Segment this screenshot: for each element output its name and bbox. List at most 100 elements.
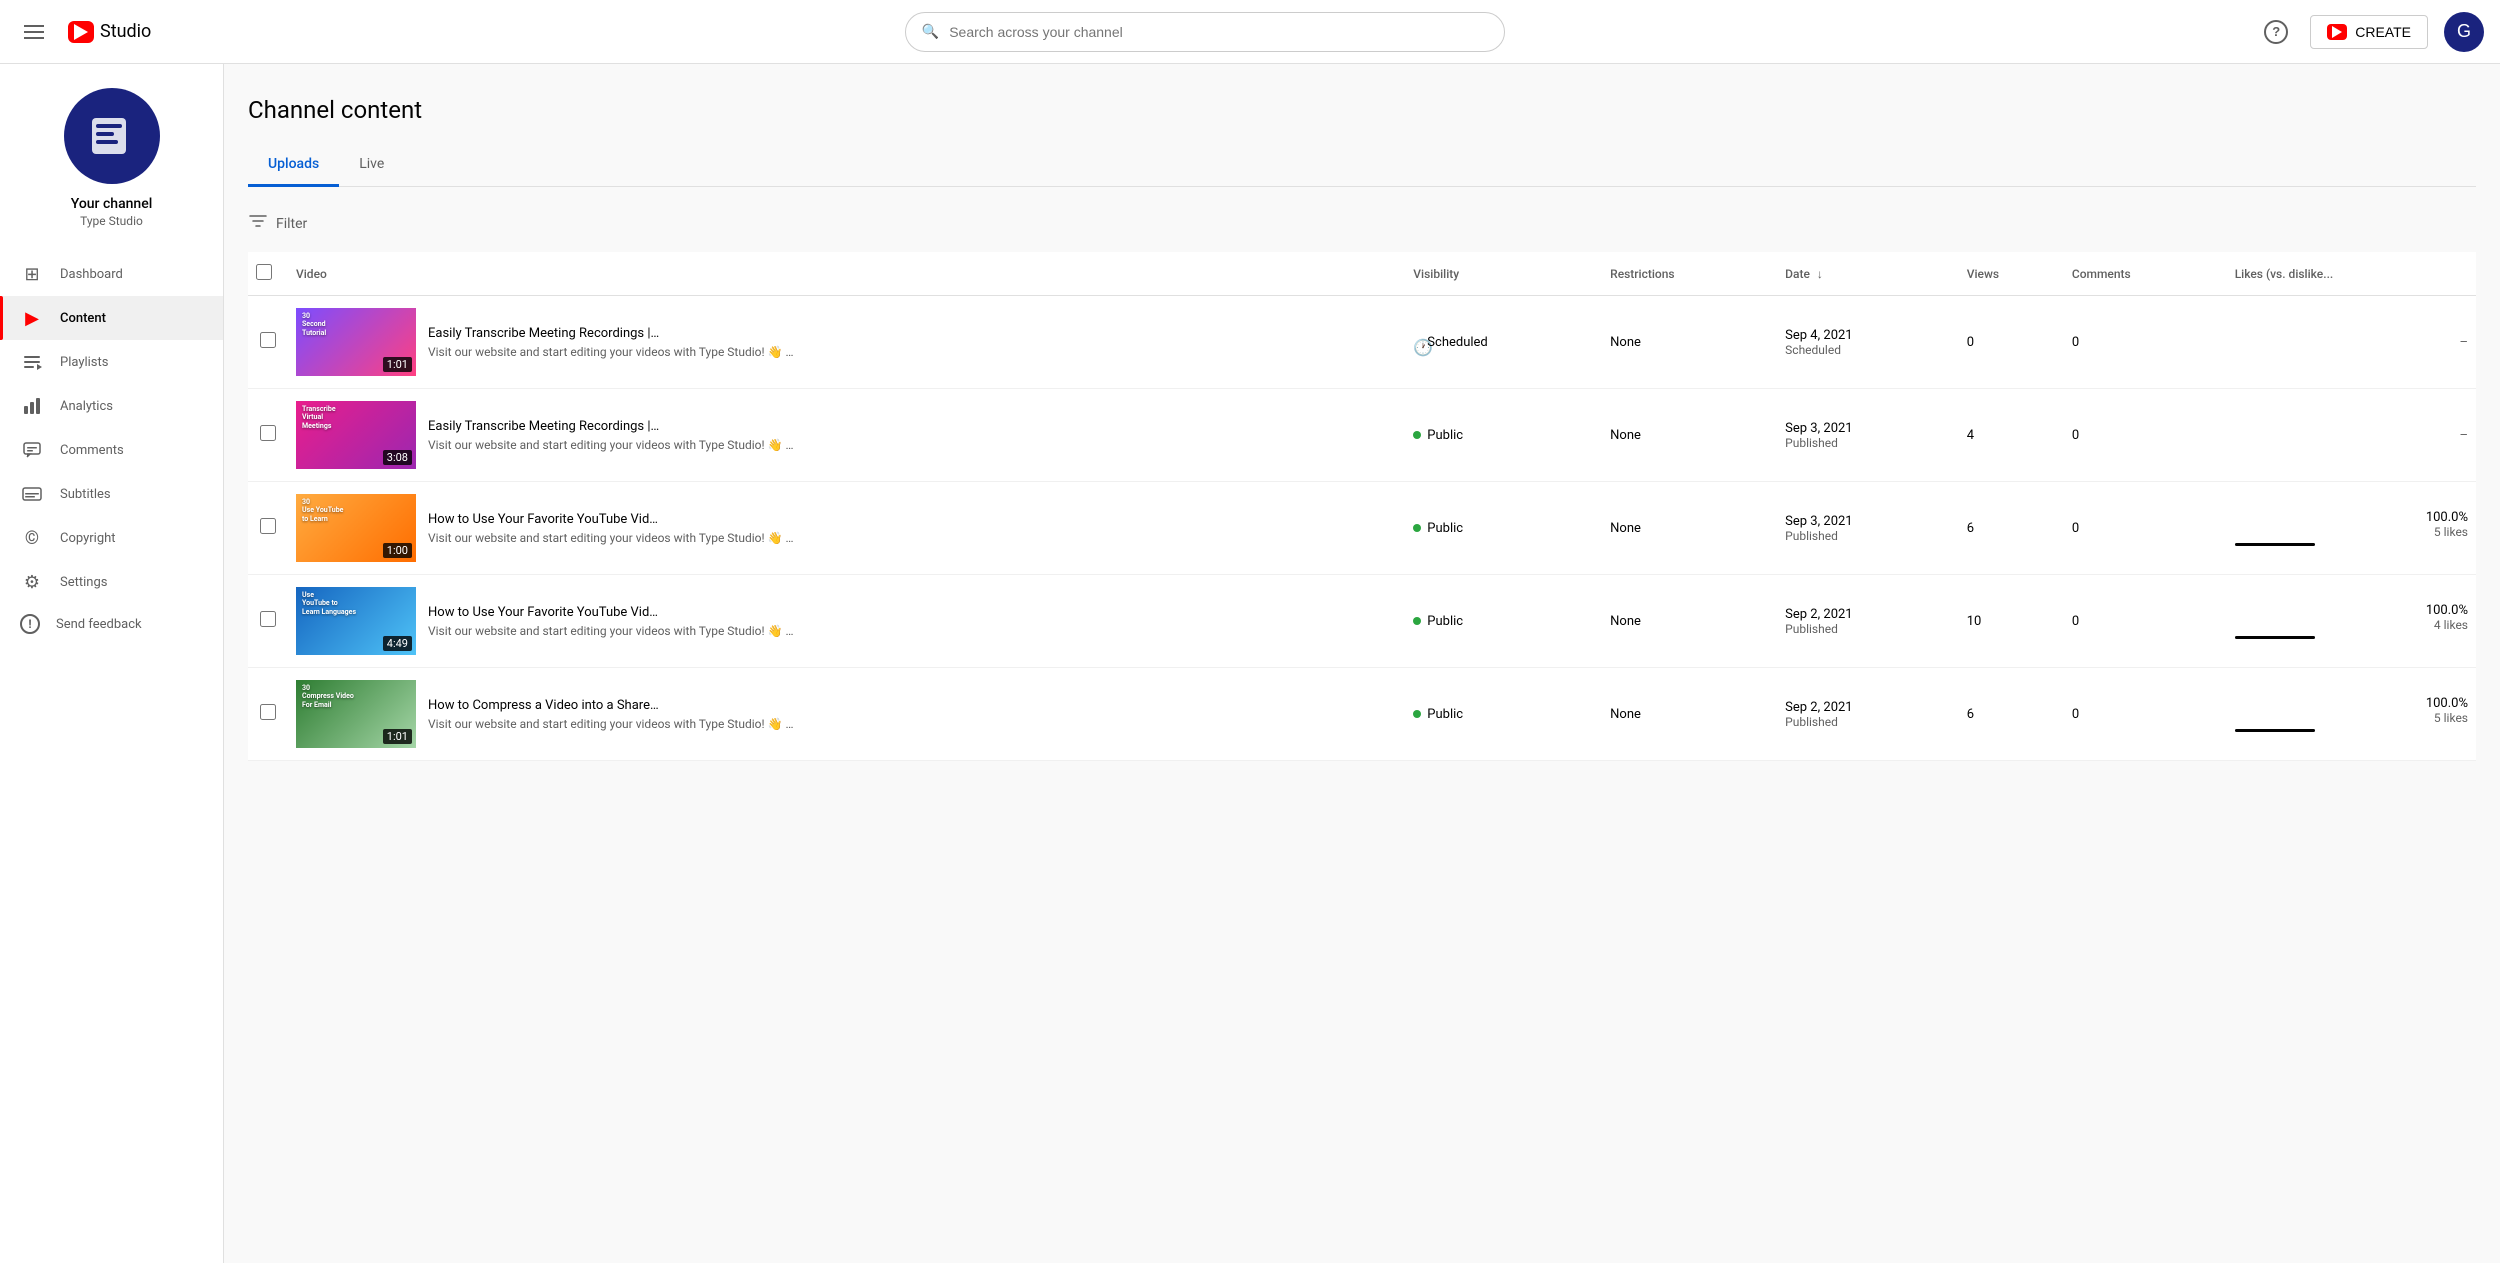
sidebar-item-copyright[interactable]: © Copyright [0, 516, 223, 560]
date-main: Sep 2, 2021 [1785, 700, 1951, 715]
avatar-button[interactable]: G [2444, 12, 2484, 52]
create-video-icon [2327, 24, 2347, 40]
thumb-sublabel2: Meetings [302, 422, 331, 430]
likes-count: 4 likes [2235, 618, 2468, 632]
thumb-sublabel: YouTube to [302, 599, 338, 607]
sidebar-item-settings[interactable]: ⚙ Settings [0, 560, 223, 604]
help-button[interactable]: ? [2258, 14, 2294, 50]
row-checkbox-0[interactable] [260, 332, 276, 348]
comments-icon [20, 438, 44, 462]
video-info: How to Compress a Video into a Share… Vi… [428, 698, 1397, 731]
thumbnail-wrap[interactable]: 30 Compress Video For Email 1:01 [296, 680, 416, 748]
header: Studio 🔍 ? CREATE G [0, 0, 2500, 64]
visibility-cell: Public [1405, 668, 1602, 761]
likes-count: 5 likes [2235, 711, 2468, 725]
likes-cell: – [2227, 296, 2476, 389]
video-desc: Visit our website and start editing your… [428, 438, 1397, 452]
likes-cell: 100.0% 5 likes [2227, 482, 2476, 575]
comments-cell: 0 [2064, 389, 2227, 482]
video-desc: Visit our website and start editing your… [428, 531, 1397, 545]
logo[interactable]: Studio [68, 21, 151, 43]
thumb-sublabel2: Tutorial [302, 329, 326, 337]
create-button[interactable]: CREATE [2310, 15, 2428, 49]
visibility-inner: Public [1413, 614, 1594, 629]
channel-info: Your channel Type Studio [0, 64, 223, 244]
th-date[interactable]: Date ↓ [1777, 252, 1959, 296]
youtube-logo [68, 21, 94, 43]
restrictions-cell: None [1602, 296, 1777, 389]
public-dot [1413, 617, 1421, 625]
header-left: Studio [16, 17, 151, 47]
row-checkbox-3[interactable] [260, 611, 276, 627]
sidebar-item-subtitles[interactable]: Subtitles [0, 472, 223, 516]
comments-cell: 0 [2064, 296, 2227, 389]
thumb-sublabel: Second [302, 320, 326, 328]
date-sub: Published [1785, 529, 1951, 543]
video-title[interactable]: Easily Transcribe Meeting Recordings |… [428, 419, 1397, 434]
thumbnail-wrap[interactable]: 30 Second Tutorial 1:01 [296, 308, 416, 376]
sidebar-label-comments: Comments [60, 443, 124, 458]
th-select-all[interactable] [248, 252, 288, 296]
th-video: Video [288, 252, 1405, 296]
sidebar-item-comments[interactable]: Comments [0, 428, 223, 472]
public-dot [1413, 524, 1421, 532]
layout: Your channel Type Studio ⊞ Dashboard ▶ C… [0, 64, 2500, 1263]
views-cell: 0 [1959, 296, 2064, 389]
sidebar-item-feedback[interactable]: ! Send feedback [0, 604, 223, 644]
sidebar-item-playlists[interactable]: Playlists [0, 340, 223, 384]
thumbnail: Transcribe Virtual Meetings 3:08 [296, 401, 416, 469]
sidebar-item-analytics[interactable]: Analytics [0, 384, 223, 428]
thumb-sublabel: Virtual [302, 413, 323, 421]
tab-live[interactable]: Live [339, 144, 404, 187]
visibility-label: Public [1427, 521, 1463, 536]
table-row: 30 Use YouTube to Learn 1:00 How to Use … [248, 482, 2476, 575]
tab-uploads[interactable]: Uploads [248, 144, 339, 187]
video-title[interactable]: How to Use Your Favorite YouTube Vid… [428, 605, 1397, 620]
video-info: Easily Transcribe Meeting Recordings |… … [428, 419, 1397, 452]
video-title[interactable]: How to Compress a Video into a Share… [428, 698, 1397, 713]
sidebar-label-content: Content [60, 311, 106, 326]
video-info: How to Use Your Favorite YouTube Vid… Vi… [428, 605, 1397, 638]
likes-cell: 100.0% 4 likes [2227, 575, 2476, 668]
video-desc: Visit our website and start editing your… [428, 624, 1397, 638]
select-all-checkbox[interactable] [256, 264, 272, 280]
likes-bar [2235, 729, 2315, 732]
thumbnail-wrap[interactable]: Transcribe Virtual Meetings 3:08 [296, 401, 416, 469]
row-checkbox-cell [248, 668, 288, 761]
thumbnail-wrap[interactable]: Use YouTube to Learn Languages 4:49 [296, 587, 416, 655]
row-checkbox-1[interactable] [260, 425, 276, 441]
restrictions-cell: None [1602, 389, 1777, 482]
th-comments: Comments [2064, 252, 2227, 296]
likes-dash: – [2459, 335, 2468, 350]
thumbnail: 30 Second Tutorial 1:01 [296, 308, 416, 376]
row-checkbox-cell [248, 482, 288, 575]
table-row: 30 Compress Video For Email 1:01 How to … [248, 668, 2476, 761]
row-checkbox-cell [248, 389, 288, 482]
sort-arrow-down: ↓ [1817, 267, 1823, 281]
restrictions-cell: None [1602, 575, 1777, 668]
play-icon [74, 24, 88, 40]
thumbnail-wrap[interactable]: 30 Use YouTube to Learn 1:00 [296, 494, 416, 562]
date-cell: Sep 4, 2021 Scheduled [1777, 296, 1959, 389]
sidebar-item-dashboard[interactable]: ⊞ Dashboard [0, 252, 223, 296]
table-row: Transcribe Virtual Meetings 3:08 Easily … [248, 389, 2476, 482]
sidebar-label-subtitles: Subtitles [60, 487, 111, 502]
likes-count: 5 likes [2235, 525, 2468, 539]
visibility-inner: Public [1413, 428, 1594, 443]
table-header-row: Video Visibility Restrictions Date ↓ Vie… [248, 252, 2476, 296]
th-restrictions: Restrictions [1602, 252, 1777, 296]
search-input[interactable] [949, 24, 1488, 40]
row-checkbox-4[interactable] [260, 704, 276, 720]
video-cell-inner: 30 Compress Video For Email 1:01 How to … [296, 680, 1397, 748]
sidebar-label-analytics: Analytics [60, 399, 113, 414]
filter-label[interactable]: Filter [276, 216, 307, 232]
views-cell: 6 [1959, 668, 2064, 761]
video-title[interactable]: How to Use Your Favorite YouTube Vid… [428, 512, 1397, 527]
sidebar-item-content[interactable]: ▶ Content [0, 296, 223, 340]
hamburger-menu[interactable] [16, 17, 52, 47]
play-triangle [2332, 26, 2342, 38]
video-title[interactable]: Easily Transcribe Meeting Recordings |… [428, 326, 1397, 341]
sidebar-label-dashboard: Dashboard [60, 267, 123, 282]
row-checkbox-2[interactable] [260, 518, 276, 534]
video-cell: 30 Use YouTube to Learn 1:00 How to Use … [288, 482, 1405, 575]
